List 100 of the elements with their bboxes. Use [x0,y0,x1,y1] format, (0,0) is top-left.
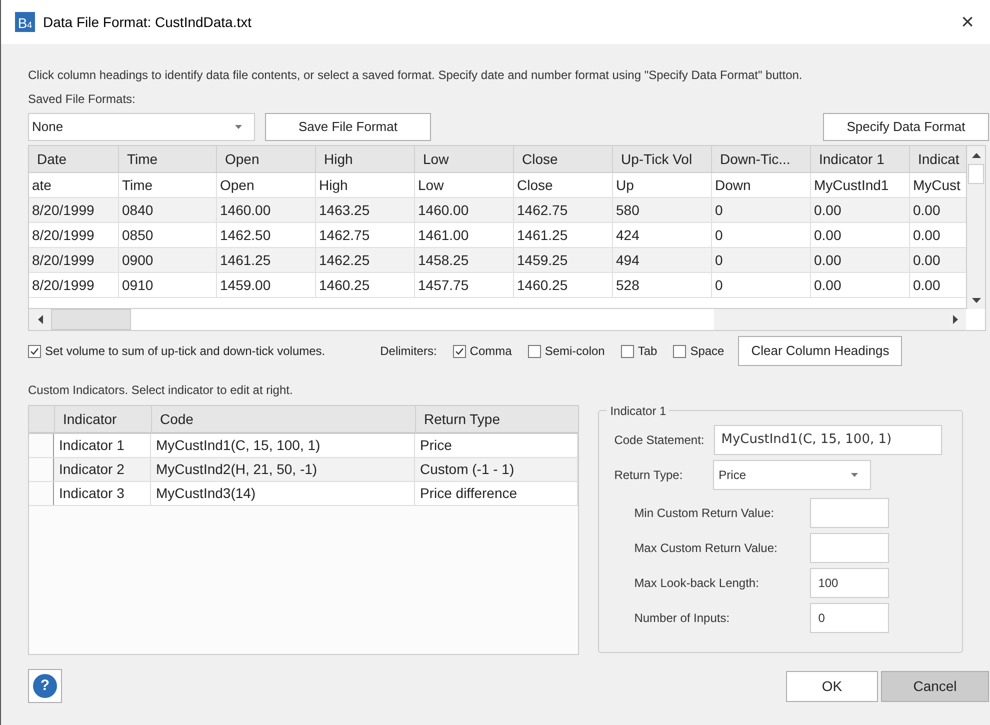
table-cell[interactable]: MyCustInd2(H, 21, 50, -1) [151,458,415,481]
table-cell: 1460.25 [316,273,415,297]
return-type-dropdown[interactable]: Price [712,460,871,490]
row-header[interactable] [29,434,54,457]
table-cell: 0900 [119,248,217,272]
table-cell: 1460.25 [514,273,613,297]
table-cell: Open [217,173,316,197]
indicators-label: Custom Indicators. Select indicator to edit at right. [28,382,294,399]
column-header[interactable]: Close [514,146,613,172]
delimiter-label: Semi-colon [544,343,605,360]
table-cell: 1461.25 [217,248,316,272]
table-cell: 0.00 [811,273,910,297]
table-cell: 8/20/1999 [29,198,119,222]
checkbox[interactable] [28,344,41,358]
table-cell: 0840 [119,198,217,222]
specify-format-button[interactable]: Specify Data Format [823,113,989,141]
scrollbar-thumb[interactable] [968,164,984,184]
column-header[interactable]: Indicator 1 [811,146,910,172]
up-arrow-icon [972,152,980,158]
table-cell: 494 [613,248,712,272]
column-header[interactable]: High [316,146,415,172]
table-cell: 1459.25 [514,248,613,272]
field-label: Max Custom Return Value: [634,540,778,557]
input-field[interactable]: 100 [810,568,890,598]
cancel-button[interactable]: Cancel [881,670,989,702]
column-header[interactable]: Up-Tick Vol [613,146,712,172]
right-arrow-icon [952,315,958,324]
table-cell: High [316,173,415,197]
table-cell: Down [712,173,811,197]
close-button[interactable]: × [959,11,976,33]
delimiter-label: Comma [470,343,512,360]
table-cell: 1459.00 [217,273,316,297]
table-cell: 0 [712,248,811,272]
table-cell: 0910 [119,273,217,297]
column-header: Code [151,406,415,432]
caret-icon [850,473,858,477]
column-header[interactable]: Down-Tic... [712,146,811,172]
table-cell: Time [119,173,217,197]
code-statement-field[interactable]: MyCustInd1(C, 15, 100, 1) [714,425,942,455]
help-button[interactable]: ? [28,669,62,703]
input-field[interactable] [810,498,890,528]
checkbox[interactable] [528,344,541,358]
volume-option-label: Set volume to sum of up-tick and down-tick volumes. [45,343,326,360]
input-field[interactable] [810,533,890,563]
table-cell: Close [514,173,613,197]
clear-headings-button[interactable]: Clear Column Headings [738,336,902,366]
table-cell[interactable]: Indicator 2 [54,458,151,481]
column-header[interactable]: Low [415,146,514,172]
checkbox[interactable] [673,344,686,358]
table-cell: 1462.75 [316,223,415,247]
checkbox[interactable] [620,344,634,358]
table-cell[interactable]: MyCustInd3(14) [151,482,415,505]
table-cell: 424 [613,223,712,247]
app-logo-icon: B4 [15,12,35,32]
table-cell[interactable]: Price [415,434,578,457]
table-cell: 1457.75 [415,273,514,297]
table-cell: 0.00 [811,223,910,247]
table-cell: 1462.25 [316,248,415,272]
vertical-scrollbar[interactable] [966,146,985,309]
horizontal-scrollbar[interactable] [29,308,966,330]
table-cell[interactable]: Indicator 1 [54,434,151,457]
table-cell: 580 [613,198,712,222]
table-cell: MyCustInd1 [811,173,910,197]
column-header[interactable]: Open [217,146,316,172]
checkmark-icon [454,346,464,356]
delimiters-label: Delimiters: [380,343,437,360]
table-cell: 1460.00 [217,198,316,222]
delimiter-label: Space [690,343,724,360]
saved-formats-label: Saved File Formats: [28,91,136,108]
table-cell[interactable]: MyCustInd1(C, 15, 100, 1) [151,434,415,457]
table-cell: 528 [613,273,712,297]
table-cell: 0 [712,273,811,297]
table-cell: 1463.25 [316,198,415,222]
column-header: Return Type [415,406,578,432]
column-header[interactable]: Time [119,146,217,172]
scrollbar-thumb[interactable] [51,309,131,330]
column-header[interactable]: Date [29,146,119,172]
table-cell: Low [415,173,514,197]
code-statement-label: Code Statement: [614,432,704,449]
field-label: Max Look-back Length: [634,575,760,592]
table-cell: 0850 [119,223,217,247]
input-field[interactable]: 0 [810,603,890,633]
checkbox[interactable] [452,344,466,358]
ok-button[interactable]: OK [786,670,878,702]
table-cell[interactable]: Indicator 3 [54,482,151,505]
table-cell[interactable]: Custom (-1 - 1) [415,458,578,481]
row-header[interactable] [29,482,54,505]
save-format-button[interactable]: Save File Format [265,113,431,141]
caret-icon [235,125,242,129]
table-cell: 1458.25 [415,248,514,272]
table-cell: 0.00 [811,248,910,272]
row-header[interactable] [29,458,54,481]
table-cell: 1462.75 [514,198,613,222]
field-label: Number of Inputs: [634,610,731,627]
saved-formats-dropdown[interactable]: None [28,113,255,141]
table-cell: 1462.50 [217,223,316,247]
checkmark-icon [30,346,39,356]
down-arrow-icon [972,298,980,302]
table-cell[interactable]: Price difference [415,482,578,505]
left-arrow-icon [38,315,42,324]
